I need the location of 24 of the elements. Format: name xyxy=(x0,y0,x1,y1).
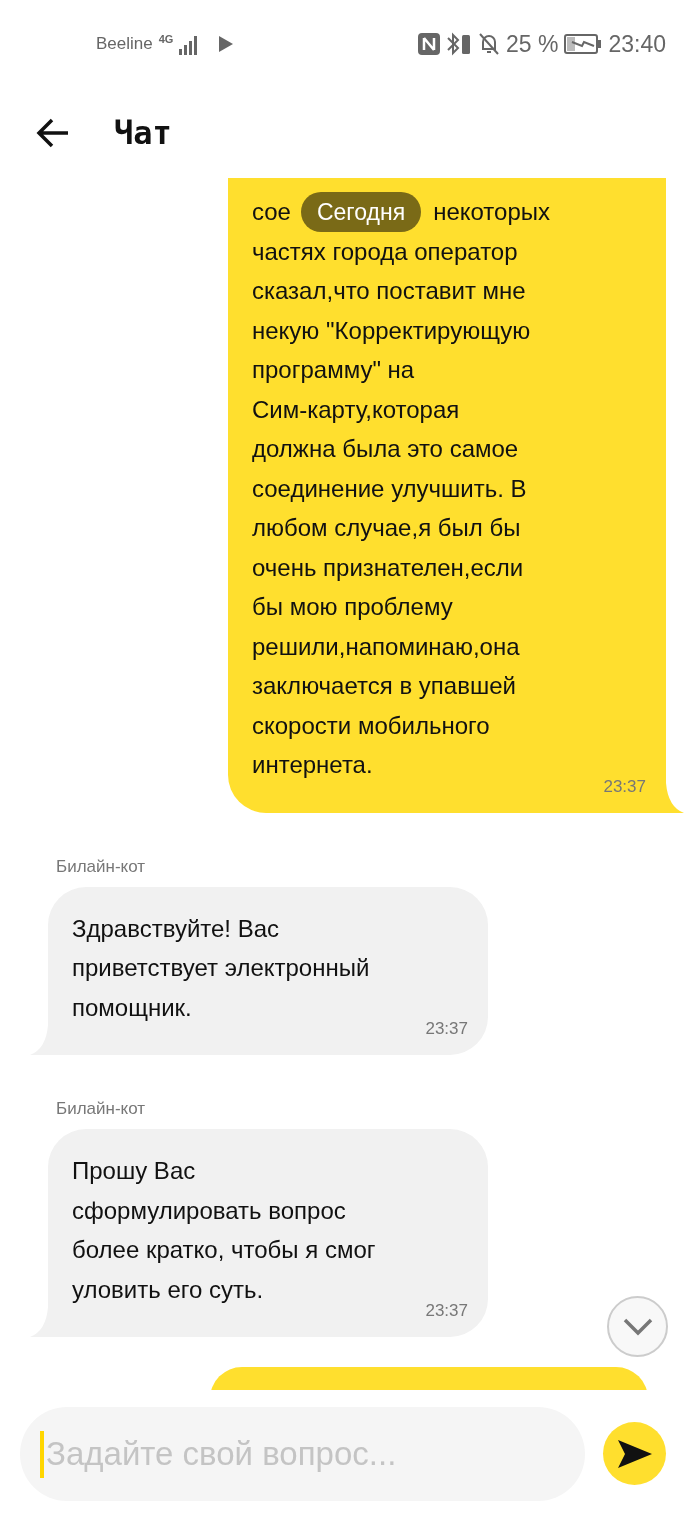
carrier-name: Beeline xyxy=(96,34,153,54)
message-text: частях города оператор сказал,что поставит мне некую "Корректирующую программу" на Сим-карту,которая должна была это самое соединение улучшить. В любом случае,я был бы очень признателен,если бы мою проблему решили,напоминаю,она заключается в упавшей скорости мобильного интернета. xyxy=(252,236,532,780)
message-text-fragment: сое xyxy=(252,197,291,226)
chat-title: Чат xyxy=(114,114,172,152)
message-text: Здравствуйте! Вас приветствует электронный помощник. xyxy=(72,913,371,1023)
message-text: Прошу Вас сформулировать вопрос более кратко, чтобы я смог уловить его суть. xyxy=(72,1156,377,1305)
send-icon xyxy=(616,1438,653,1469)
muted-bell-icon xyxy=(478,32,500,56)
message-text-fragment: некоторых xyxy=(433,197,550,226)
sender-name: Билайн-кот xyxy=(56,856,146,877)
chevron-down-icon xyxy=(622,1317,653,1336)
message-time: 23:37 xyxy=(424,1019,468,1039)
message-time: 23:37 xyxy=(602,776,646,797)
bluetooth-icon xyxy=(446,32,472,56)
clock-time: 23:40 xyxy=(608,30,666,58)
date-chip: Сегодня xyxy=(300,191,422,232)
battery-charging-icon xyxy=(564,34,603,54)
text-cursor xyxy=(40,1430,44,1478)
nfc-icon xyxy=(418,33,440,55)
back-arrow-icon[interactable] xyxy=(36,118,70,148)
message-time: 23:37 xyxy=(424,1301,468,1321)
network-type: 4G xyxy=(158,33,174,45)
battery-percent: 25 % xyxy=(506,30,559,58)
sender-name: Билайн-кот xyxy=(56,1099,146,1119)
